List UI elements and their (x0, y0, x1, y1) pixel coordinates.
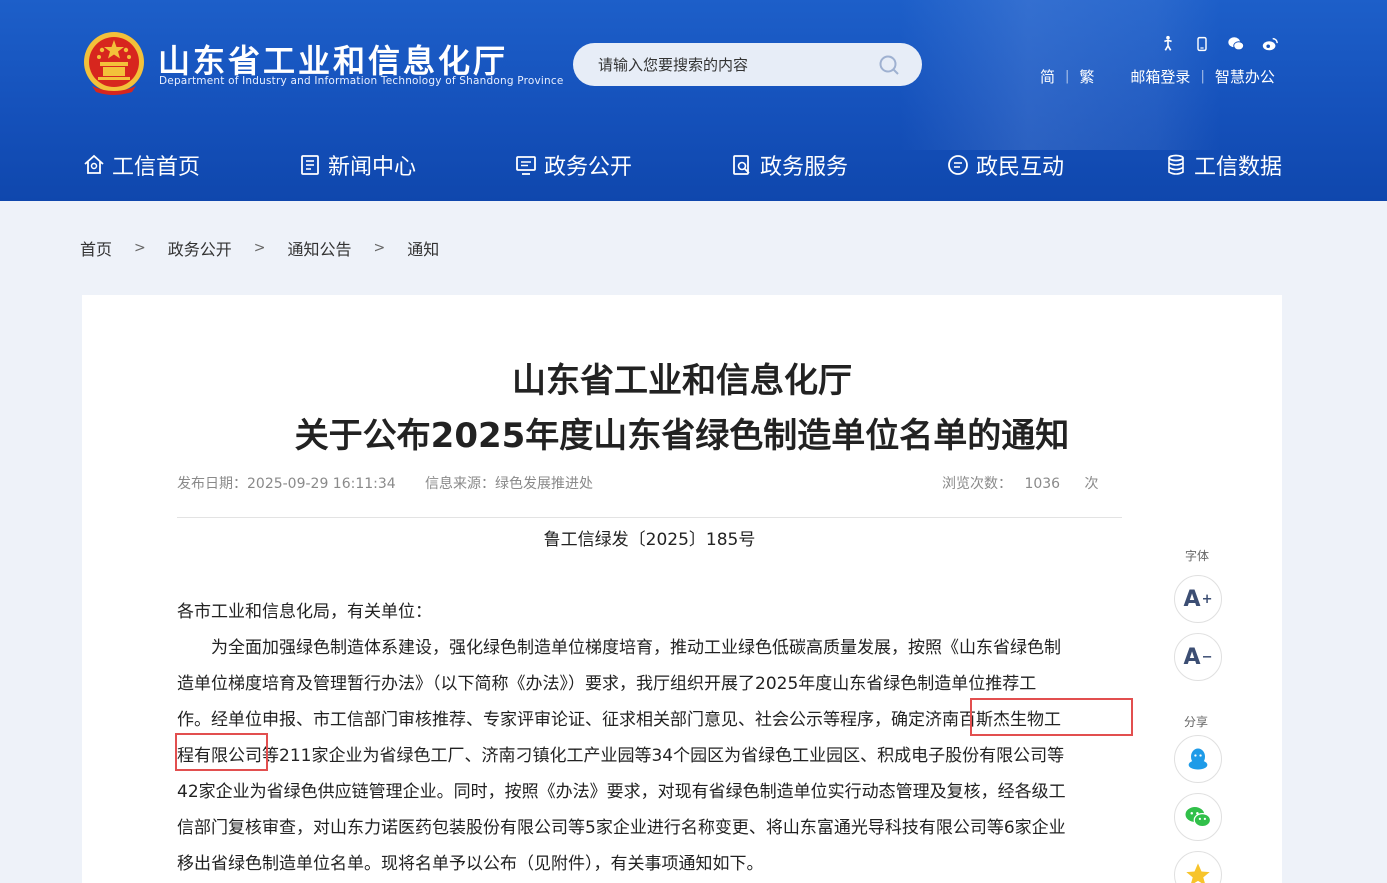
body-line: 信部门复核审查，对山东力诺医药包装股份有限公司等5家企业进行名称变更、将山东富通… (177, 818, 1066, 838)
font-decrease-letter: A (1183, 644, 1201, 670)
search-icon[interactable] (878, 54, 900, 76)
link-separator: | (1200, 69, 1205, 84)
qzone-icon (1186, 863, 1210, 883)
article-title-line1: 山东省工业和信息化厅 (512, 361, 852, 401)
site-header: 山东省工业和信息化厅 Department of Industry and In… (0, 0, 1387, 201)
top-links: 简 | 繁 邮箱登录 | 智慧办公 (1040, 66, 1275, 87)
monitor-icon (516, 156, 536, 175)
search-input[interactable] (598, 55, 868, 74)
nav-label: 政务服务 (760, 155, 849, 180)
national-emblem-icon (84, 32, 144, 95)
info-source: 信息来源：绿色发展推进处 (425, 473, 593, 493)
weibo-icon[interactable] (1260, 34, 1280, 54)
breadcrumb-gov-affairs[interactable]: 政务公开 (168, 236, 232, 260)
body-line: 造单位梯度培育及管理暂行办法》（以下简称《办法》）要求，我厅组织开展了2025年… (177, 674, 1037, 694)
mail-login-link[interactable]: 邮箱登录 (1130, 66, 1190, 87)
share-label: 分享 (1184, 715, 1209, 729)
view-count-label: 浏览次数： (942, 476, 1012, 492)
info-source-label: 信息来源： (425, 476, 495, 492)
share-qq-button[interactable] (1174, 735, 1222, 783)
nav-label: 新闻中心 (328, 155, 417, 180)
link-separator: | (1065, 69, 1070, 84)
highlight-box (175, 733, 268, 771)
nav-label: 政务公开 (544, 155, 633, 180)
publish-date-label: 发布日期： (177, 476, 247, 492)
wechat-icon[interactable] (1226, 34, 1246, 54)
nav-label: 政民互动 (976, 155, 1065, 180)
home-icon (84, 154, 104, 174)
font-increase-button[interactable]: A + (1174, 575, 1222, 623)
nav-item-gov-services[interactable]: 政务服务 (730, 149, 848, 181)
font-decrease-sign: − (1201, 649, 1213, 665)
document-number: 鲁工信绿发〔2025〕185号 (543, 530, 756, 550)
news-icon (301, 155, 319, 175)
body-line: 移出省绿色制造单位名单。现将名单予以公布（见附件），有关事项通知如下。 (177, 854, 764, 874)
addressee: 各市工业和信息化局，有关单位： (177, 602, 432, 622)
meta-divider (177, 517, 1122, 518)
nav-item-news[interactable]: 新闻中心 (298, 149, 416, 181)
wechat-share-icon (1185, 807, 1212, 828)
view-count-value: 1036 (1024, 476, 1061, 492)
accessibility-icon[interactable] (1158, 34, 1178, 54)
body-line: 42家企业为省绿色供应链管理企业。同时，按照《办法》要求，对现有省绿色制造单位实… (177, 782, 1066, 802)
main-nav: 工信首页 新闻中心 政务公开 政务服务 政民互动 工信数据 (0, 141, 1387, 191)
nav-item-gov-affairs[interactable]: 政务公开 (514, 149, 632, 181)
traditional-chinese-link[interactable]: 繁 (1079, 66, 1094, 87)
font-increase-letter: A (1183, 586, 1201, 612)
simplified-chinese-link[interactable]: 简 (1040, 66, 1055, 87)
nav-item-home[interactable]: 工信首页 (82, 149, 200, 181)
nav-label: 工信数据 (1194, 155, 1283, 180)
body-line: 为全面加强绿色制造体系建设，强化绿色制造单位梯度培育，推动工业绿色低碳高质量发展… (177, 638, 1061, 658)
search-box (573, 43, 922, 86)
publish-date: 发布日期：2025-09-29 16:11:34 (177, 473, 396, 493)
qq-icon (1188, 748, 1208, 770)
breadcrumb-home[interactable]: 首页 (80, 236, 112, 260)
service-icon (733, 155, 750, 175)
view-count-unit: 次 (1084, 476, 1099, 492)
share-wechat-button[interactable] (1174, 793, 1222, 841)
mobile-icon[interactable] (1192, 34, 1212, 54)
breadcrumb-separator: > (253, 240, 266, 256)
article-card: 山东省工业和信息化厅 关于公布2025年度山东省绿色制造单位名单的通知 发布日期… (82, 295, 1282, 883)
body-line: 程有限公司等211家企业为省绿色工厂、济南刁镇化工产业园等34个园区为省绿色工业… (177, 746, 1065, 766)
font-increase-sign: + (1201, 591, 1213, 607)
font-size-label: 字体 (1185, 549, 1210, 563)
breadcrumb-notices[interactable]: 通知公告 (288, 236, 352, 260)
info-source-value: 绿色发展推进处 (495, 476, 593, 492)
breadcrumb-separator: > (134, 240, 146, 256)
breadcrumb: 首页 > 政务公开 > 通知公告 > 通知 (80, 236, 439, 260)
nav-item-interaction[interactable]: 政民互动 (946, 149, 1064, 181)
site-subtitle: Department of Industry and Information T… (159, 75, 564, 87)
breadcrumb-notice[interactable]: 通知 (407, 236, 439, 260)
nav-label: 工信首页 (112, 155, 201, 180)
breadcrumb-separator: > (373, 240, 386, 256)
top-icon-bar (1158, 34, 1280, 54)
smart-office-link[interactable]: 智慧办公 (1215, 66, 1275, 87)
nav-item-data[interactable]: 工信数据 (1164, 149, 1282, 181)
view-count: 浏览次数： 1036 次 (942, 473, 1099, 493)
database-icon (1168, 154, 1184, 175)
chat-icon (948, 155, 968, 175)
publish-date-value: 2025-09-29 16:11:34 (247, 476, 396, 492)
article-title-line2: 关于公布2025年度山东省绿色制造单位名单的通知 (294, 416, 1070, 456)
highlight-box (970, 698, 1133, 736)
font-decrease-button[interactable]: A − (1174, 633, 1222, 681)
